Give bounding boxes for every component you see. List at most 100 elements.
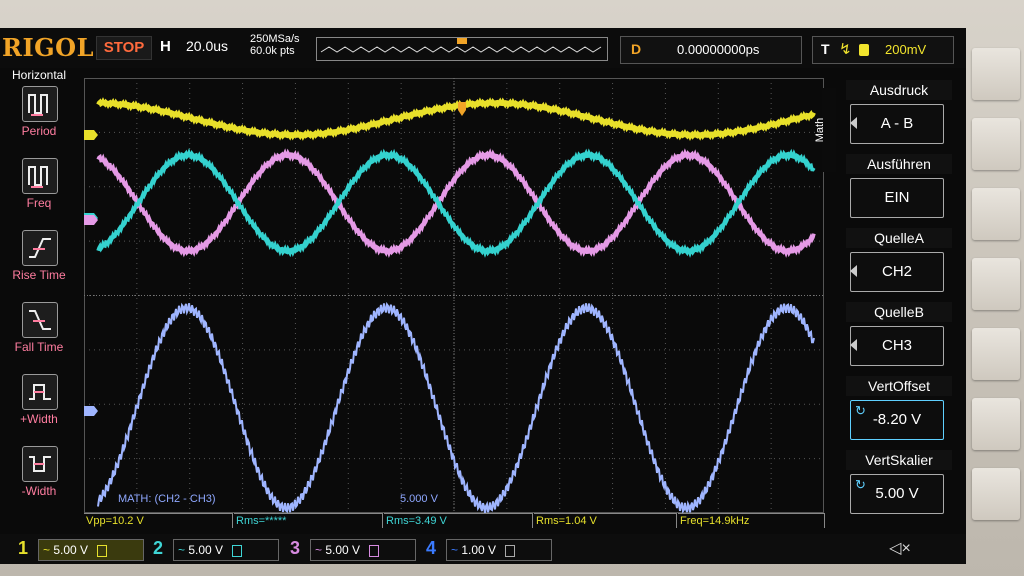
measurement-vpp-text: Vpp=10.2 V xyxy=(86,515,144,527)
coupling-icon: ~ xyxy=(451,543,459,557)
math-waveform xyxy=(97,301,815,514)
source-a-header: QuelleA xyxy=(846,228,952,248)
channel-4-mark-icon xyxy=(505,544,516,557)
math-scale-label: 5.000 V xyxy=(400,493,438,505)
softkey-2[interactable] xyxy=(972,118,1020,170)
channel-3-scale: 5.00 V xyxy=(325,543,361,557)
coupling-icon: ~ xyxy=(315,543,323,557)
positive-width-icon xyxy=(22,374,58,410)
softkey-5[interactable] xyxy=(972,328,1020,380)
softkey-3[interactable] xyxy=(972,188,1020,240)
fall-time-icon xyxy=(22,302,58,338)
expression-header: Ausdruck xyxy=(846,80,952,100)
channel-3-number: 3 xyxy=(290,538,301,558)
coupling-icon: ~ xyxy=(178,543,186,557)
rotary-knob-icon: ↻ xyxy=(855,477,866,492)
delay-box[interactable]: D 0.00000000ps xyxy=(620,36,802,64)
measurement-rms-1: Rms=***** xyxy=(234,513,383,528)
execute-setting[interactable]: Ausführen EIN xyxy=(846,154,952,218)
sample-rate: 250MSa/s xyxy=(250,33,300,45)
measure-minus-width-button[interactable]: -Width xyxy=(0,446,78,514)
softkey-4[interactable] xyxy=(972,258,1020,310)
ch3-waveform xyxy=(96,148,816,259)
trigger-position-icon xyxy=(458,102,466,116)
channel-1-mark-icon xyxy=(97,544,108,557)
source-b-header: QuelleB xyxy=(846,302,952,322)
select-arrow-icon xyxy=(850,117,857,129)
measurement-rms-2-text: Rms=3.49 V xyxy=(386,515,447,527)
math-expression-label: MATH: (CH2 - CH3) xyxy=(118,493,216,505)
vert-scale-header: VertSkalier xyxy=(846,450,952,470)
memory-overview xyxy=(316,37,608,61)
measurement-rms-2: Rms=3.49 V xyxy=(384,513,533,528)
execute-header: Ausführen xyxy=(846,154,952,174)
vert-offset-setting[interactable]: VertOffset ↻ -8.20 V xyxy=(846,376,952,440)
softkey-column xyxy=(966,40,1024,576)
channel-2-scale-box: ~ 5.00 V xyxy=(173,539,279,561)
timebase-value: 20.0us xyxy=(186,38,229,54)
execute-value: EIN xyxy=(884,189,910,206)
timebase-label: H xyxy=(160,38,171,55)
frequency-icon xyxy=(22,158,58,194)
measure-freq-label: Freq xyxy=(26,196,52,210)
measurement-freq-text: Freq=14.9kHz xyxy=(680,515,750,527)
execute-value-box[interactable]: EIN xyxy=(850,178,944,218)
speaker-mute-icon[interactable]: ◁× xyxy=(888,538,912,560)
top-status-bar: RIGOL STOP H 20.0us 250MSa/s 60.0k pts D… xyxy=(0,28,966,68)
source-a-value-box[interactable]: CH2 xyxy=(850,252,944,292)
trigger-box[interactable]: T ↯ 200mV xyxy=(812,36,954,64)
source-b-value-box[interactable]: CH3 xyxy=(850,326,944,366)
measure-rise-time-label: Rise Time xyxy=(12,268,66,282)
measurement-rms-3: Rms=1.04 V xyxy=(534,513,677,528)
channel-4-scale-box: ~ 1.00 V xyxy=(446,539,552,561)
measure-plus-width-label: +Width xyxy=(20,412,58,426)
rising-edge-icon: ↯ xyxy=(839,41,852,58)
ch1-marker-icon[interactable] xyxy=(84,130,98,140)
math-tab-label: Math xyxy=(814,117,827,143)
softkey-6[interactable] xyxy=(972,398,1020,450)
measure-period-button[interactable]: Period xyxy=(0,86,78,154)
vert-scale-value: 5.00 V xyxy=(875,485,919,502)
vert-scale-value-box[interactable]: ↻ 5.00 V xyxy=(850,474,944,514)
horizontal-measure-menu: Horizontal Period Freq Rise Time Fall Ti… xyxy=(0,68,78,538)
trigger-label: T xyxy=(821,41,830,57)
brand-logo: RIGOL xyxy=(2,33,94,62)
trigger-channel-icon xyxy=(859,44,869,56)
vert-scale-setting[interactable]: VertSkalier ↻ 5.00 V xyxy=(846,450,952,514)
ch2-waveform xyxy=(96,148,816,258)
measurement-vpp: Vpp=10.2 V xyxy=(84,513,233,528)
delay-value: 0.00000000ps xyxy=(677,42,760,57)
channel-1-scale: 5.00 V xyxy=(53,543,89,557)
measure-rise-time-button[interactable]: Rise Time xyxy=(0,230,78,298)
measure-freq-button[interactable]: Freq xyxy=(0,158,78,226)
measurement-rms-3-text: Rms=1.04 V xyxy=(536,515,597,527)
run-state-badge[interactable]: STOP xyxy=(96,36,152,60)
source-a-setting[interactable]: QuelleA CH2 xyxy=(846,228,952,292)
sample-info: 250MSa/s 60.0k pts xyxy=(250,33,300,57)
measure-plus-width-button[interactable]: +Width xyxy=(0,374,78,442)
trigger-level: 200mV xyxy=(885,42,927,57)
measure-fall-time-button[interactable]: Fall Time xyxy=(0,302,78,370)
vert-offset-value: -8.20 V xyxy=(872,411,922,428)
math-marker-icon[interactable] xyxy=(84,406,98,416)
source-b-setting[interactable]: QuelleB CH3 xyxy=(846,302,952,366)
left-menu-title: Horizontal xyxy=(11,68,67,82)
measure-fall-time-label: Fall Time xyxy=(14,340,64,354)
measurement-rms-1-text: Rms=***** xyxy=(236,515,287,527)
source-b-value: CH3 xyxy=(881,337,912,354)
channel-2-number: 2 xyxy=(153,538,164,558)
channel-4-scale: 1.00 V xyxy=(461,543,497,557)
softkey-1[interactable] xyxy=(972,48,1020,100)
math-menu-tab: Math xyxy=(814,88,836,172)
channel-2-scale: 5.00 V xyxy=(188,543,224,557)
delay-label: D xyxy=(631,41,642,57)
expression-setting[interactable]: Ausdruck A - B xyxy=(846,80,952,144)
source-a-value: CH2 xyxy=(881,263,912,280)
softkey-7[interactable] xyxy=(972,468,1020,520)
select-arrow-icon xyxy=(850,339,857,351)
ch1-waveform xyxy=(96,97,816,141)
expression-value-box[interactable]: A - B xyxy=(850,104,944,144)
scope-screen: RIGOL STOP H 20.0us 250MSa/s 60.0k pts D… xyxy=(0,28,966,564)
vert-offset-value-box[interactable]: ↻ -8.20 V xyxy=(850,400,944,440)
channel-status-bar: 1 ~ 5.00 V 2 ~ 5.00 V 3 ~ 5.00 V 4 ~ 1.0… xyxy=(0,534,966,564)
